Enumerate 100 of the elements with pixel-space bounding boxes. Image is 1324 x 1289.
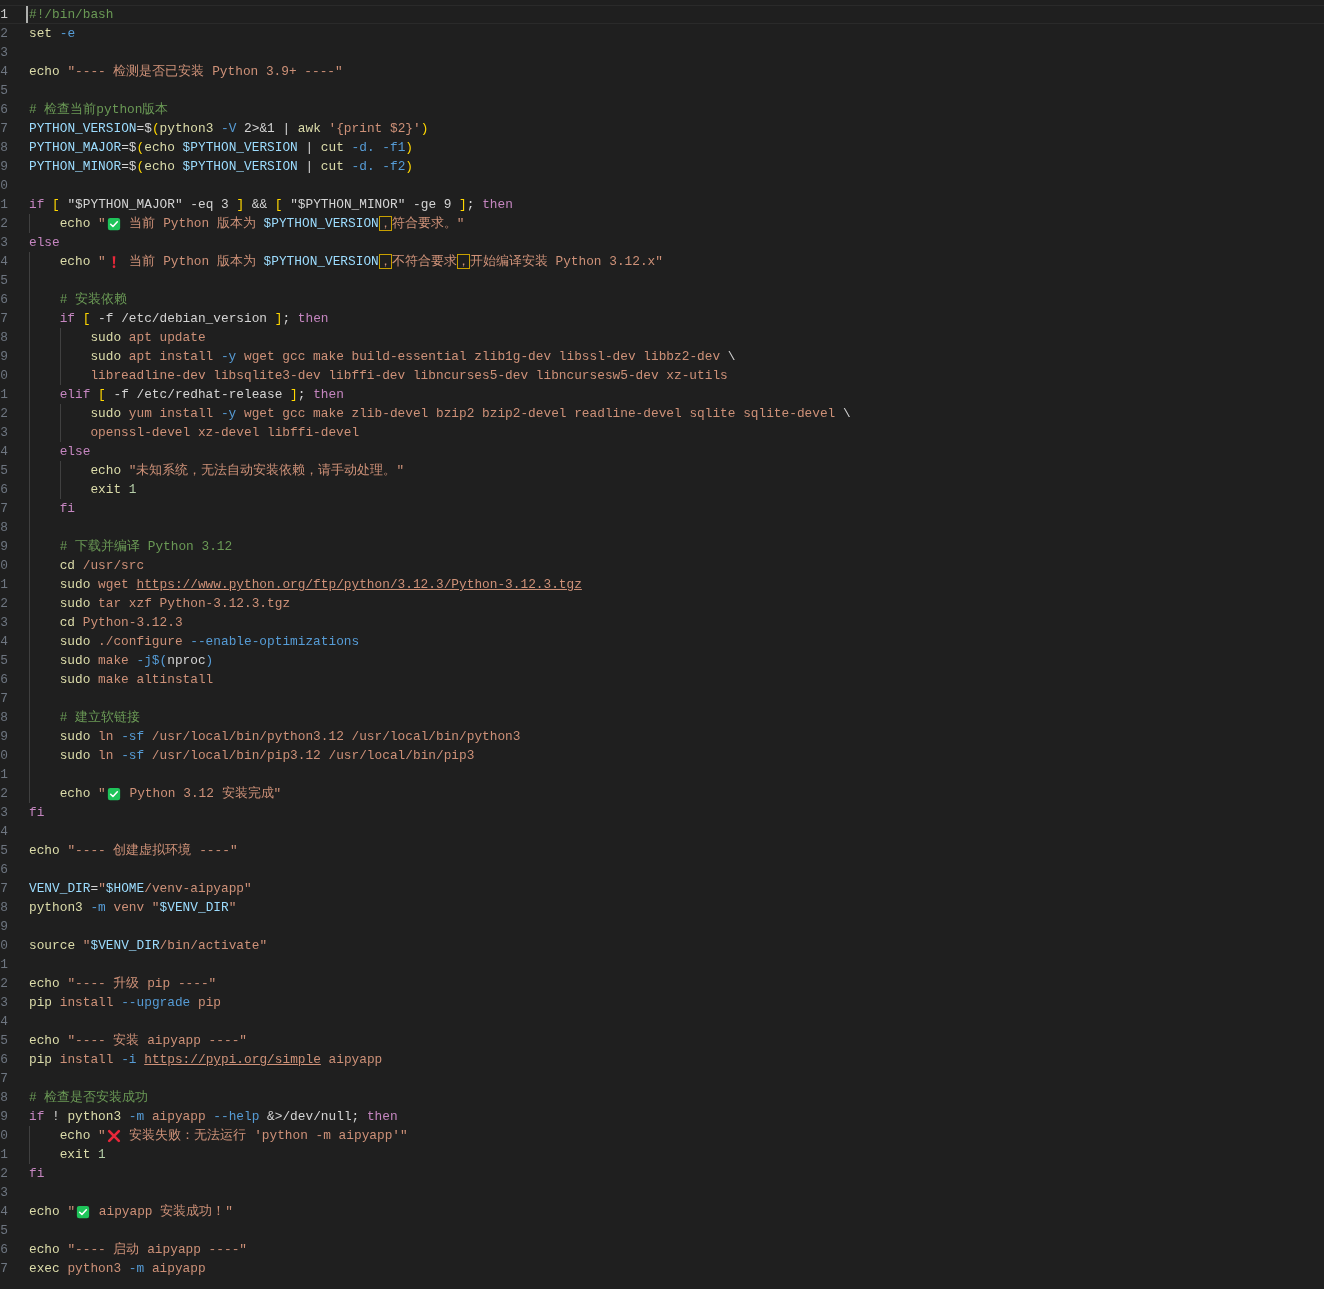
line-number: 7 — [0, 1260, 8, 1278]
line-number: 1 — [0, 956, 8, 974]
line-number: 7 — [0, 120, 8, 138]
line-number: 0 — [0, 747, 8, 765]
code-text: pip install -i https://pypi.org/simple aipyapp — [29, 1051, 383, 1069]
code-text: exit 1 — [90, 481, 137, 499]
line-number: 5 — [0, 652, 8, 670]
line-number: 9 — [0, 1108, 8, 1126]
line-number: 5 — [0, 842, 8, 860]
line-number: 6 — [0, 671, 8, 689]
line-number: 0 — [0, 367, 8, 385]
line-number: 4 — [0, 63, 8, 81]
check-icon — [76, 1204, 91, 1219]
code-text: if [ "$PYTHON_MAJOR" -eq 3 ] && [ "$PYTHON_MINOR" -ge 9 ]; then — [29, 196, 513, 214]
code-text: PYTHON_VERSION=$(python3 -V 2>&1 | awk '{print $2}') — [29, 120, 429, 138]
code-text: libreadline-dev libsqlite3-dev libffi-dev libncurses5-dev libncursesw5-dev xz-utils — [90, 367, 728, 385]
line-number: 6 — [0, 291, 8, 309]
code-text: exit 1 — [59, 1146, 106, 1164]
code-text: echo " — [59, 253, 106, 271]
code-text: if ! python3 -m aipyapp --help &>/dev/null; then — [29, 1108, 398, 1126]
line-number: 6 — [0, 1051, 8, 1069]
code-text: sudo make altinstall — [59, 671, 214, 689]
code-text: echo " — [59, 1127, 106, 1145]
code-text: fi — [29, 804, 45, 822]
code-text: cd Python-3.12.3 — [59, 614, 183, 632]
line-number: 6 — [0, 861, 8, 879]
line-number: 2 — [0, 215, 8, 233]
line-number: 8 — [0, 899, 8, 917]
code-text: fi — [29, 1165, 45, 1183]
code-text: aipyapp 安装成功！" — [97, 1203, 233, 1221]
line-number: 2 — [0, 975, 8, 993]
code-text: else — [29, 234, 60, 252]
code-text: echo " — [59, 215, 106, 233]
line-number: 5 — [0, 1032, 8, 1050]
line-number: 9 — [0, 538, 8, 556]
line-number: 9 — [0, 348, 8, 366]
line-number: 5 — [0, 462, 8, 480]
line-number: 8 — [0, 139, 8, 157]
code-text: #!/bin/bash — [29, 6, 114, 24]
line-number: 8 — [0, 1089, 8, 1107]
line-number: 0 — [0, 937, 8, 955]
line-number: 2 — [0, 405, 8, 423]
code-text: 当前 Python 版本为 $PYTHON_VERSION，不符合要求，开始编译安装 Python 3.12.x" — [128, 253, 663, 271]
code-text: 安装失败：无法运行 'python -m aipyapp'" — [128, 1127, 408, 1145]
code-text: VENV_DIR="$HOME/venv-aipyapp" — [29, 880, 252, 898]
check-icon — [106, 786, 121, 801]
line-number: 4 — [0, 443, 8, 461]
line-number: 3 — [0, 1184, 8, 1202]
line-number: 4 — [0, 823, 8, 841]
line-number: 3 — [0, 994, 8, 1012]
line-number: 2 — [0, 785, 8, 803]
code-text: sudo ln -sf /usr/local/bin/pip3.12 /usr/local/bin/pip3 — [59, 747, 475, 765]
code-text: echo "---- 安装 aipyapp ----" — [29, 1032, 247, 1050]
code-text: python3 -m venv "$VENV_DIR" — [29, 899, 237, 917]
code-text: pip install --upgrade pip — [29, 994, 221, 1012]
line-number: 4 — [0, 1203, 8, 1221]
code-text: # 安装依赖 — [59, 291, 128, 309]
code-text: else — [59, 443, 91, 461]
code-text: 当前 Python 版本为 $PYTHON_VERSION，符合要求。" — [128, 215, 465, 233]
line-number: 1 — [0, 576, 8, 594]
code-text: cd /usr/src — [59, 557, 145, 575]
line-number: 7 — [0, 690, 8, 708]
code-text: echo " — [29, 1203, 76, 1221]
code-text: # 下载并编译 Python 3.12 — [59, 538, 233, 556]
line-number: 6 — [0, 101, 8, 119]
line-number: 7 — [0, 880, 8, 898]
line-number: 8 — [0, 519, 8, 537]
line-number: 8 — [0, 709, 8, 727]
line-number: 9 — [0, 158, 8, 176]
code-text: sudo tar xzf Python-3.12.3.tgz — [59, 595, 291, 613]
line-number: 1 — [0, 766, 8, 784]
line-number: 3 — [0, 234, 8, 252]
line-number: 0 — [0, 557, 8, 575]
line-number: 4 — [0, 253, 8, 271]
line-number: 8 — [0, 329, 8, 347]
line-number: 5 — [0, 272, 8, 290]
line-number: 0 — [0, 1127, 8, 1145]
line-number: 5 — [0, 82, 8, 100]
line-number: 5 — [0, 1222, 8, 1240]
code-text: openssl-devel xz-devel libffi-devel — [90, 424, 360, 442]
line-number: 7 — [0, 500, 8, 518]
code-text: sudo make -j$(nproc) — [59, 652, 214, 670]
code-text: Python 3.12 安装完成" — [128, 785, 282, 803]
line-number: 1 — [0, 6, 8, 24]
code-text: sudo ln -sf /usr/local/bin/python3.12 /usr/local/bin/python3 — [59, 728, 521, 746]
code-text: set -e — [29, 25, 76, 43]
line-number: 0 — [0, 177, 8, 195]
code-text: # 检查当前python版本 — [29, 101, 169, 119]
code-text: if [ -f /etc/debian_version ]; then — [59, 310, 329, 328]
line-number: 2 — [0, 595, 8, 613]
code-text: sudo wget https://www.python.org/ftp/python/3.12.3/Python-3.12.3.tgz — [59, 576, 582, 594]
line-number: 1 — [0, 386, 8, 404]
code-text: fi — [59, 500, 76, 518]
line-number: 9 — [0, 918, 8, 936]
line-number: 6 — [0, 481, 8, 499]
line-number: 4 — [0, 1013, 8, 1031]
line-number: 9 — [0, 728, 8, 746]
code-text: sudo apt update — [90, 329, 206, 347]
line-number: 3 — [0, 44, 8, 62]
code-text: exec python3 -m aipyapp — [29, 1260, 206, 1278]
